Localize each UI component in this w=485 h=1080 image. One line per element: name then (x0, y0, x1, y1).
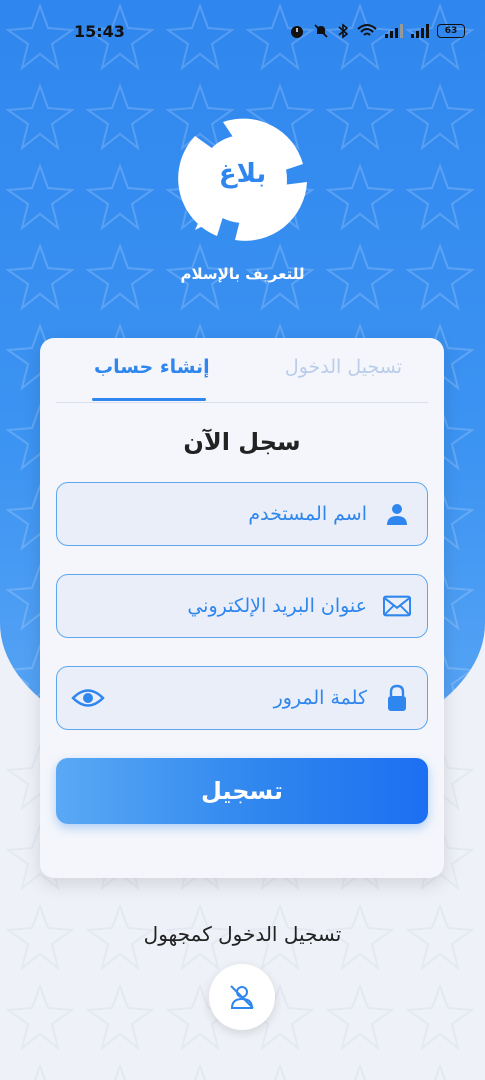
signal-icon (385, 24, 403, 38)
password-placeholder: كلمة المرور (273, 687, 367, 709)
wifi-icon (357, 24, 377, 36)
email-field[interactable]: عنوان البريد الإلكتروني (56, 574, 428, 638)
form-title: سجل الآن (183, 428, 301, 456)
tab-register[interactable]: إنشاء حساب (94, 356, 210, 378)
guest-login-link[interactable]: تسجيل الدخول كمجهول (0, 922, 485, 946)
active-tab-indicator (92, 398, 206, 401)
status-icons: 63 (289, 23, 465, 39)
status-bar: 15:43 63 (0, 0, 485, 62)
email-placeholder: عنوان البريد الإلكتروني (187, 595, 367, 617)
envelope-icon (383, 592, 411, 620)
username-placeholder: اسم المستخدم (248, 503, 367, 525)
app-logo: بلاغ (165, 112, 320, 247)
user-icon (383, 500, 411, 528)
password-field[interactable]: كلمة المرور (56, 666, 428, 730)
alarm-icon (291, 26, 303, 38)
logo-text: بلاغ (218, 159, 267, 189)
status-time: 15:43 (74, 21, 125, 41)
signal-icon (411, 24, 429, 38)
mute-icon (314, 24, 328, 38)
register-button[interactable]: تسجيل (56, 758, 428, 824)
anonymous-user-icon (230, 985, 254, 1009)
tab-login[interactable]: تسجيل الدخول (285, 356, 402, 378)
eye-icon[interactable] (71, 683, 105, 717)
auth-card: تسجيل الدخول إنشاء حساب سجل الآن اسم الم… (40, 338, 444, 878)
username-field[interactable]: اسم المستخدم (56, 482, 428, 546)
bluetooth-icon (338, 23, 349, 39)
guest-login-button[interactable] (209, 964, 275, 1030)
battery-icon: 63 (437, 24, 465, 38)
lock-icon (383, 684, 411, 712)
tab-bar: تسجيل الدخول إنشاء حساب (56, 338, 428, 403)
tagline: للتعريف بالإسلام (180, 265, 305, 283)
